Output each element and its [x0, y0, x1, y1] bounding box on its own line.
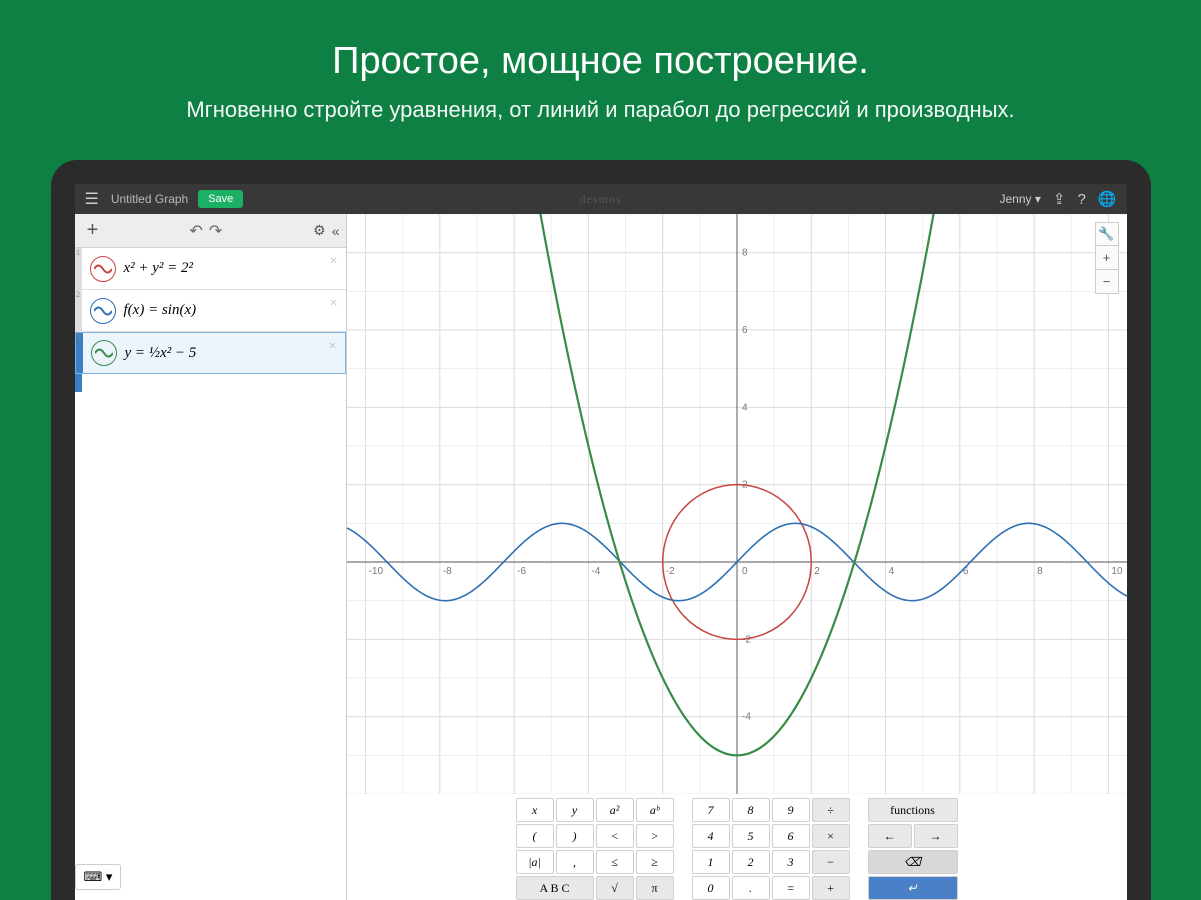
key-1[interactable]: 1 [692, 850, 730, 874]
graph-title[interactable]: Untitled Graph [111, 192, 188, 206]
svg-text:4: 4 [742, 402, 748, 413]
key-3[interactable]: 3 [772, 850, 810, 874]
svg-text:-2: -2 [665, 566, 674, 577]
svg-text:-6: -6 [517, 566, 526, 577]
key-9[interactable]: 9 [772, 798, 810, 822]
key-<[interactable]: < [596, 824, 634, 848]
key-≤[interactable]: ≤ [596, 850, 634, 874]
delete-expression-icon[interactable]: × [330, 296, 338, 312]
key-←[interactable]: ← [868, 824, 912, 848]
svg-text:8: 8 [742, 248, 748, 259]
key-)[interactable]: ) [556, 824, 594, 848]
help-icon[interactable]: ? [1077, 191, 1085, 208]
svg-text:4: 4 [888, 566, 894, 577]
key-a²[interactable]: a² [596, 798, 634, 822]
expression-index: 1 [75, 248, 82, 289]
expression-text[interactable]: y = ½x² − 5 [125, 345, 197, 362]
key->[interactable]: > [636, 824, 674, 848]
undo-button[interactable]: ↶ [189, 221, 202, 241]
world-icon[interactable]: 🌐 [1098, 190, 1117, 208]
svg-text:-10: -10 [368, 566, 383, 577]
expression-index: 2 [75, 290, 82, 331]
svg-text:8: 8 [1037, 566, 1043, 577]
collapse-icon[interactable]: « [332, 223, 340, 239]
expression-panel: + ↶ ↷ ⚙ « 1x² + y² = 2²×2f(x) = sin(x)×3… [75, 214, 347, 900]
key-([interactable]: ( [516, 824, 554, 848]
save-button[interactable]: Save [198, 190, 243, 208]
key-.[interactable]: . [732, 876, 770, 900]
svg-text:-2: -2 [742, 634, 751, 645]
graph-settings-button[interactable]: 🔧 [1095, 222, 1119, 246]
menu-icon[interactable]: ☰ [85, 189, 99, 209]
next-expression-tab[interactable] [75, 374, 82, 392]
key-7[interactable]: 7 [692, 798, 730, 822]
promo-title: Простое, мощное построение. [0, 40, 1201, 83]
key-⌫[interactable]: ⌫ [868, 850, 958, 874]
expression-index: 3 [76, 333, 83, 373]
keypad: xya²aᵇ ()<> |a|,≤≥ A B C√π 789÷ 456× 123− 0.=+… [508, 792, 966, 900]
promo-subtitle: Мгновенно стройте уравнения, от линий и … [0, 97, 1201, 123]
expression-color-icon[interactable] [91, 340, 117, 366]
delete-expression-icon[interactable]: × [329, 339, 337, 355]
expression-row[interactable]: 2 f(x) = sin(x) × [75, 290, 346, 332]
key-A B C[interactable]: A B C [516, 876, 594, 900]
settings-icon[interactable]: ⚙ [313, 222, 326, 239]
key-5[interactable]: 5 [732, 824, 770, 848]
svg-text:0: 0 [742, 566, 748, 577]
expression-toolbar: + ↶ ↷ ⚙ « [75, 214, 346, 248]
key-≥[interactable]: ≥ [636, 850, 674, 874]
graph-area[interactable]: -10-8-6-4-2246810-4-224680 🔧 + − xya²aᵇ(… [347, 214, 1127, 900]
device-frame: ☰ Untitled Graph Save desmos Jenny ▾ ⇪ ?… [51, 160, 1151, 900]
key-×[interactable]: × [812, 824, 850, 848]
svg-text:6: 6 [742, 325, 748, 336]
keyboard-toggle[interactable]: ⌨ ▾ [75, 864, 122, 890]
expression-text[interactable]: f(x) = sin(x) [124, 302, 197, 319]
key-→[interactable]: → [914, 824, 958, 848]
key-√[interactable]: √ [596, 876, 634, 900]
key-4[interactable]: 4 [692, 824, 730, 848]
key-y[interactable]: y [556, 798, 594, 822]
svg-text:-4: -4 [591, 566, 600, 577]
top-bar: ☰ Untitled Graph Save desmos Jenny ▾ ⇪ ?… [75, 184, 1127, 214]
key-|a|[interactable]: |a| [516, 850, 554, 874]
key-,[interactable]: , [556, 850, 594, 874]
key-aᵇ[interactable]: aᵇ [636, 798, 674, 822]
expression-row[interactable]: 3 y = ½x² − 5 × [75, 332, 346, 374]
delete-expression-icon[interactable]: × [330, 254, 338, 270]
svg-text:-8: -8 [442, 566, 451, 577]
expression-color-icon[interactable] [90, 298, 116, 324]
key-÷[interactable]: ÷ [812, 798, 850, 822]
key-8[interactable]: 8 [732, 798, 770, 822]
expression-color-icon[interactable] [90, 256, 116, 282]
key-2[interactable]: 2 [732, 850, 770, 874]
expression-row[interactable]: 1 x² + y² = 2² × [75, 248, 346, 290]
svg-text:-4: -4 [742, 712, 751, 723]
key-x[interactable]: x [516, 798, 554, 822]
share-icon[interactable]: ⇪ [1053, 190, 1066, 208]
brand-label: desmos [580, 192, 622, 207]
key-=[interactable]: = [772, 876, 810, 900]
zoom-in-button[interactable]: + [1095, 246, 1119, 270]
zoom-out-button[interactable]: − [1095, 270, 1119, 294]
redo-button[interactable]: ↷ [209, 221, 222, 241]
user-menu[interactable]: Jenny ▾ [1000, 192, 1041, 206]
key-−[interactable]: − [812, 850, 850, 874]
key-π[interactable]: π [636, 876, 674, 900]
add-expression-button[interactable]: + [81, 219, 105, 242]
key-+[interactable]: + [812, 876, 850, 900]
key-↵[interactable]: ↵ [868, 876, 958, 900]
key-functions[interactable]: functions [868, 798, 958, 822]
svg-text:2: 2 [814, 566, 820, 577]
key-0[interactable]: 0 [692, 876, 730, 900]
key-6[interactable]: 6 [772, 824, 810, 848]
svg-text:10: 10 [1111, 566, 1123, 577]
expression-text[interactable]: x² + y² = 2² [124, 260, 194, 277]
